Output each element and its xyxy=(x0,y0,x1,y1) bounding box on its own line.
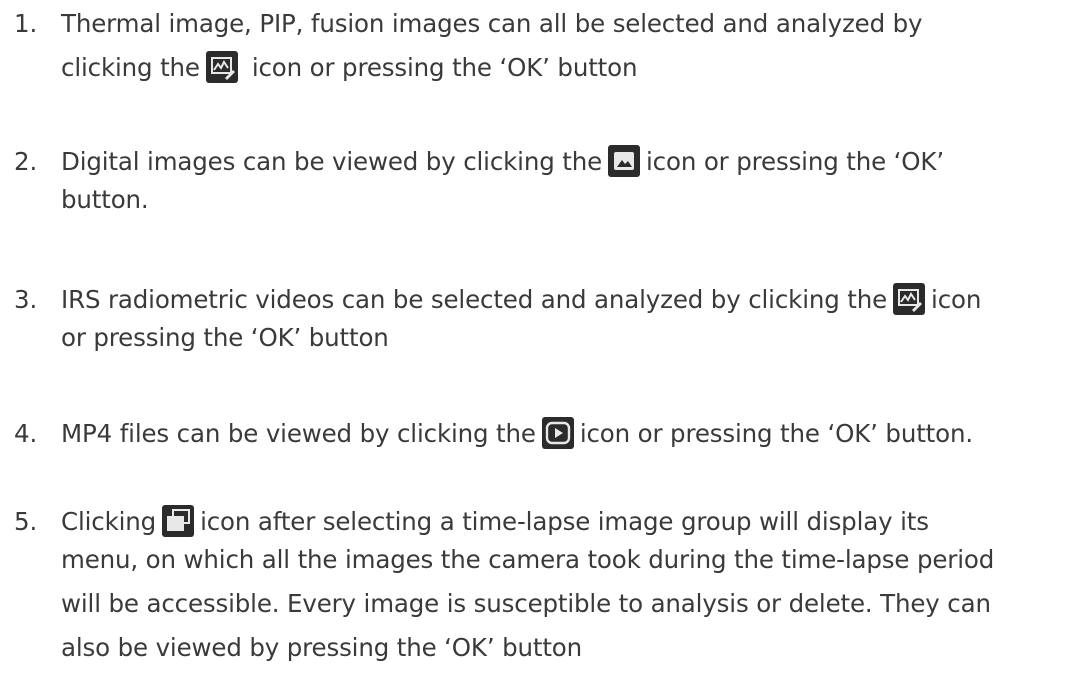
list-item: 2. Digital images can be viewed by click… xyxy=(14,140,1082,222)
list-item: 3. IRS radiometric videos can be selecte… xyxy=(14,278,1082,360)
item-text-line: or pressing the ‘OK’ button xyxy=(61,323,389,352)
item-text: Digital images can be viewed by clicking… xyxy=(61,147,603,176)
item-text: icon or pressing the ‘OK’ button. xyxy=(579,419,973,448)
item-text: MP4 files can be viewed by clicking the xyxy=(61,419,536,448)
list-item: 4. MP4 files can be viewed by clicking t… xyxy=(14,412,1082,456)
item-text: icon after selecting a time-lapse image … xyxy=(200,507,929,536)
item-text: icon or pressing the ‘OK’ button xyxy=(251,53,638,82)
list-item: 1. Thermal image, PIP, fusion images can… xyxy=(14,2,1082,90)
item-text-line: button. xyxy=(61,185,149,214)
time-lapse-group-icon xyxy=(162,505,195,537)
item-number: 1. xyxy=(14,9,38,38)
item-text-line: will be accessible. Every image is susce… xyxy=(61,589,991,618)
item-text: Clicking xyxy=(61,507,157,536)
list-item: 5. Clicking icon after selecting a time-… xyxy=(14,500,1082,670)
play-icon xyxy=(541,417,574,449)
analyze-icon xyxy=(205,51,238,83)
item-text-line: menu, on which all the images the camera… xyxy=(61,545,995,574)
item-text: icon or pressing the ‘OK’ xyxy=(646,147,944,176)
item-number: 2. xyxy=(14,147,38,176)
analyze-icon xyxy=(893,283,926,315)
item-number: 4. xyxy=(14,419,38,448)
item-number: 3. xyxy=(14,285,38,314)
instruction-list: 1. Thermal image, PIP, fusion images can… xyxy=(0,0,1088,677)
item-text-line: also be viewed by pressing the ‘OK’ butt… xyxy=(61,633,583,662)
item-text-line: Thermal image, PIP, fusion images can al… xyxy=(61,9,923,38)
image-view-icon xyxy=(608,145,641,177)
item-text: IRS radiometric videos can be selected a… xyxy=(61,285,888,314)
item-number: 5. xyxy=(14,507,38,536)
item-text: clicking the xyxy=(61,53,200,82)
item-text: icon xyxy=(931,285,982,314)
